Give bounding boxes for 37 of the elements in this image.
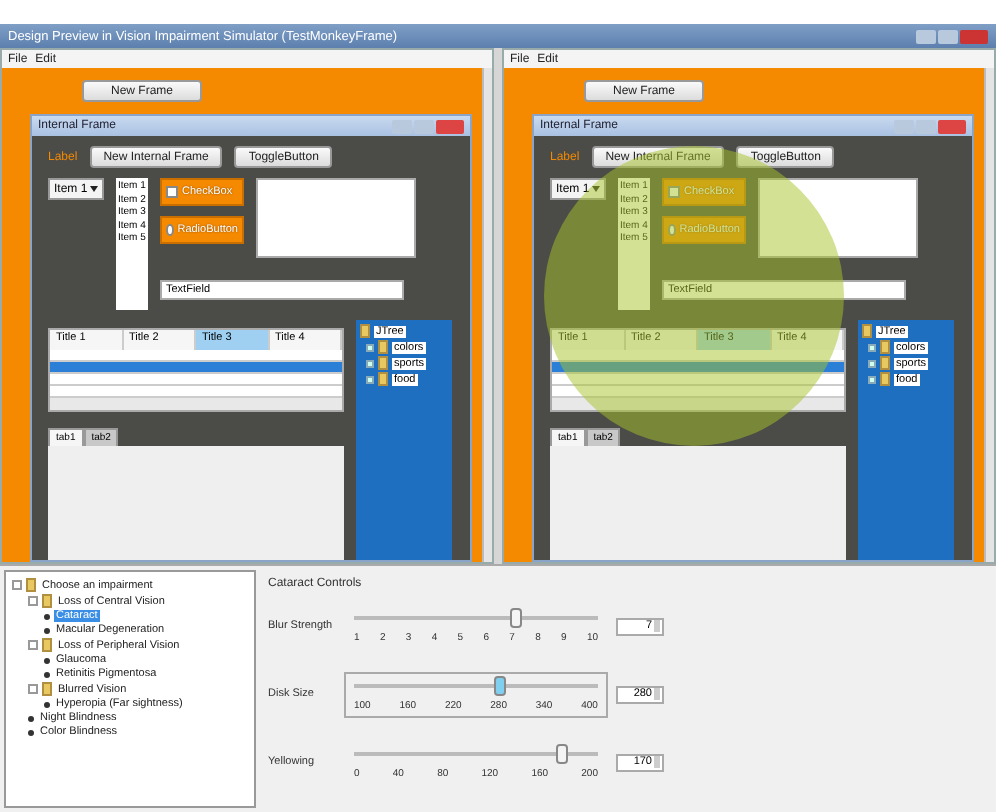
caret-icon <box>90 186 98 192</box>
window-buttons[interactable] <box>916 29 988 43</box>
table-row[interactable] <box>50 386 342 398</box>
expand-icon[interactable] <box>28 596 38 606</box>
table-row[interactable] <box>552 386 844 398</box>
folder-icon <box>42 638 52 652</box>
bullet-icon <box>44 701 50 707</box>
table-row[interactable] <box>552 362 844 374</box>
window-buttons[interactable] <box>392 119 464 133</box>
table-row[interactable] <box>552 350 844 362</box>
bullet-icon <box>28 729 34 735</box>
scrollbar[interactable] <box>984 68 994 562</box>
bullet-icon <box>44 671 50 677</box>
checkbox-square[interactable] <box>668 186 680 198</box>
bullet-icon <box>28 715 34 721</box>
expand-icon[interactable] <box>28 640 38 650</box>
slider-thumb[interactable] <box>509 607 522 627</box>
bullet-icon <box>44 627 50 633</box>
radio-circle[interactable] <box>166 224 174 236</box>
slider-thumb[interactable] <box>555 743 568 763</box>
expand-icon[interactable] <box>28 684 38 694</box>
scrollbar[interactable] <box>482 68 492 562</box>
radio-circle[interactable] <box>668 224 676 236</box>
table-row[interactable] <box>50 350 342 362</box>
table-row[interactable] <box>50 362 342 374</box>
bullet-icon <box>44 613 50 619</box>
checkbox-square[interactable] <box>166 186 178 198</box>
text-area[interactable] <box>256 178 416 258</box>
table-row[interactable] <box>552 374 844 386</box>
expand-icon[interactable] <box>12 580 22 590</box>
slider-thumb[interactable] <box>494 675 507 695</box>
caret-icon <box>592 186 600 192</box>
table-row[interactable] <box>50 374 342 386</box>
text-area[interactable] <box>758 178 918 258</box>
window-buttons[interactable] <box>894 119 966 133</box>
folder-icon <box>42 682 52 696</box>
bullet-icon <box>44 657 50 663</box>
